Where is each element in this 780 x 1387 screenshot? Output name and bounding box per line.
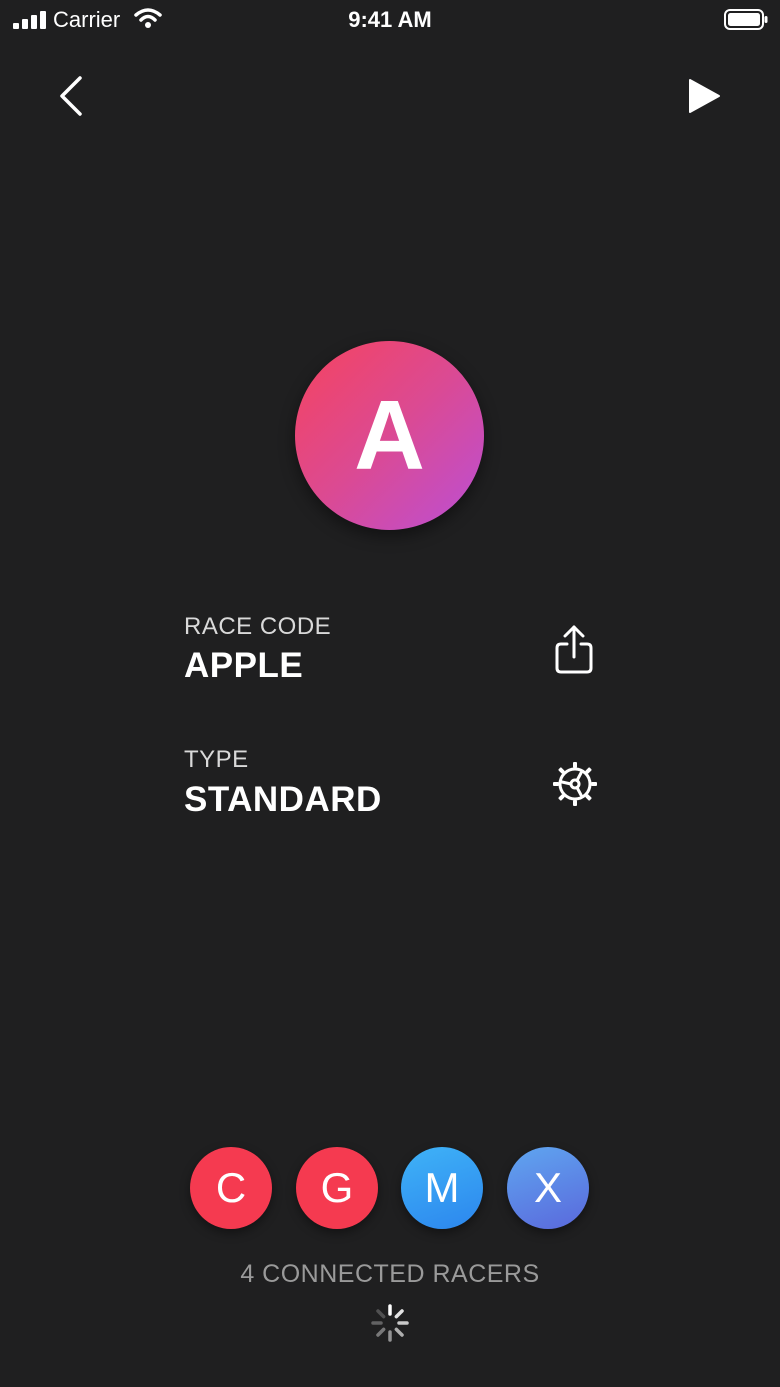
racer-letter: C xyxy=(215,1164,247,1211)
loading-spinner-icon xyxy=(371,1304,409,1342)
race-code-label: RACE CODE xyxy=(184,613,332,640)
racer-avatar-g: G xyxy=(296,1147,378,1229)
play-icon[interactable] xyxy=(684,76,724,116)
status-bar: Carrier 9:41 AM xyxy=(0,0,780,40)
chevron-left-icon[interactable] xyxy=(54,74,90,118)
racer-avatar-c: C xyxy=(190,1147,272,1229)
battery-icon xyxy=(724,9,768,30)
racer-letter: X xyxy=(533,1164,562,1211)
racer-avatar-m: M xyxy=(401,1147,483,1229)
share-icon[interactable] xyxy=(553,624,595,676)
avatar-letter: A xyxy=(354,380,425,490)
racer-avatar-x: X xyxy=(507,1147,589,1229)
status-time: 9:41 AM xyxy=(348,7,432,32)
connected-racers-count: 4 CONNECTED RACERS xyxy=(240,1260,540,1288)
race-code-value: APPLE xyxy=(184,646,304,685)
racer-letter: M xyxy=(424,1164,460,1211)
race-avatar: A xyxy=(295,341,484,530)
type-label: TYPE xyxy=(184,746,249,773)
settings-gear-icon[interactable] xyxy=(552,761,598,807)
racer-letter: G xyxy=(320,1164,354,1211)
type-value: STANDARD xyxy=(184,780,382,819)
